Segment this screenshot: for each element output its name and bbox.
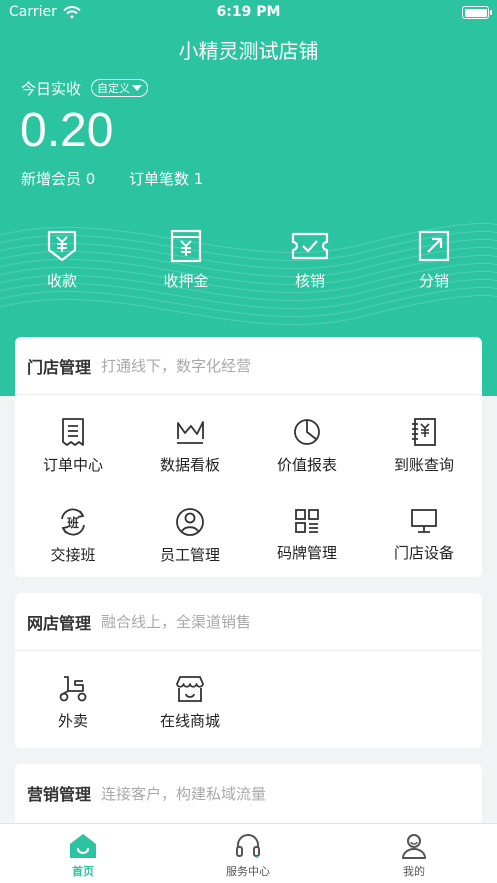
quick-action-collect[interactable]: 收款 [17, 228, 107, 291]
caret-down-icon [132, 85, 142, 91]
quick-action-label: 核销 [294, 272, 325, 290]
yuan-notebook-icon [412, 418, 436, 446]
card-header: 网店管理 融合线上，全渠道销售 [15, 593, 482, 651]
grid-item-label: 数据看板 [159, 456, 220, 474]
quick-actions: 收款 收押金 核销 分销 [0, 228, 497, 298]
new-members-stat: 新增会员 0 [21, 170, 96, 188]
battery-icon [462, 6, 492, 19]
card-header: 营销管理 连接客户，构建私域流量 [15, 764, 482, 822]
tab-label: 首页 [72, 865, 94, 878]
pie-chart-icon [294, 419, 320, 445]
storefront-icon [176, 676, 204, 702]
grid-item-label: 交接班 [50, 546, 96, 564]
custom-range-label: 自定义 [97, 82, 130, 95]
card-subtitle: 打通线下，数字化经营 [101, 357, 252, 375]
today-income-label: 今日实收 [21, 80, 82, 98]
store-name[interactable]: 小精灵测试店铺 [0, 35, 497, 64]
grid-item-store-devices[interactable]: 门店设备 [366, 507, 482, 563]
quick-action-label: 收押金 [163, 272, 209, 290]
grid-item-label: 订单中心 [42, 456, 103, 474]
grid-item-takeout[interactable]: 外卖 [15, 675, 131, 731]
deposit-icon [170, 229, 202, 263]
grid-item-label: 外卖 [57, 712, 88, 730]
tab-mine[interactable]: 我的 [364, 832, 464, 879]
profile-icon [402, 834, 426, 859]
card-title: 门店管理 [27, 357, 92, 377]
share-arrow-icon [418, 230, 450, 262]
quick-action-label: 收款 [46, 272, 77, 290]
tab-service-center[interactable]: 服务中心 [198, 832, 298, 879]
ticket-verify-icon [291, 232, 329, 260]
card-title: 营销管理 [27, 785, 92, 804]
svg-text:班: 班 [67, 515, 79, 530]
bottom-tab-bar: 首页 服务中心 我的 [0, 823, 497, 883]
quick-action-deposit[interactable]: 收押金 [141, 228, 231, 291]
card-subtitle: 融合线上，全渠道销售 [101, 613, 252, 631]
status-time: 6:19 PM [216, 4, 281, 20]
card-title: 网店管理 [27, 613, 92, 633]
grid-item-label: 在线商城 [159, 712, 220, 730]
tab-label: 我的 [403, 865, 425, 878]
monitor-icon [411, 509, 437, 533]
online-store-card: 网店管理 融合线上，全渠道销售 外卖 在线商城 [15, 593, 482, 748]
card-header: 门店管理 打通线下，数字化经营 [15, 337, 482, 395]
quick-action-label: 分销 [418, 272, 449, 290]
grid-item-label: 码牌管理 [276, 544, 337, 562]
quick-action-verify[interactable]: 核销 [265, 228, 355, 291]
home-icon [70, 834, 96, 858]
grid-item-label: 员工管理 [159, 546, 220, 564]
tab-home[interactable]: 首页 [33, 832, 133, 879]
grid-item-label: 门店设备 [393, 544, 454, 562]
grid-item-label: 到账查询 [393, 456, 454, 474]
custom-range-dropdown[interactable]: 自定义 [91, 79, 148, 97]
grid-item-staff-management[interactable]: 员工管理 [132, 507, 248, 565]
grid-item-shift-handover[interactable]: 班 交接班 [15, 507, 131, 565]
income-amount: 0.20 [20, 104, 114, 157]
payment-receipt-icon [47, 230, 77, 262]
qr-code-icon [295, 509, 319, 533]
order-count-stat: 订单笔数 1 [129, 170, 204, 188]
order-list-icon [62, 418, 84, 446]
grid-item-label: 价值报表 [276, 456, 337, 474]
grid-item-online-mall[interactable]: 在线商城 [132, 675, 248, 731]
status-bar: Carrier 6:19 PM [0, 0, 497, 26]
scooter-icon [59, 676, 87, 702]
headset-icon [236, 834, 260, 858]
shift-handover-icon: 班 [61, 508, 85, 536]
user-circle-icon [176, 508, 204, 536]
quick-action-distribute[interactable]: 分销 [389, 228, 479, 291]
card-subtitle: 连接客户，构建私域流量 [101, 784, 267, 803]
grid-item-data-dashboard[interactable]: 数据看板 [132, 417, 248, 475]
grid-item-qr-management[interactable]: 码牌管理 [249, 507, 365, 563]
line-chart-icon [177, 421, 204, 444]
store-management-card: 门店管理 打通线下，数字化经营 订单中心 数据看板 价值报表 到账查询 班 交接… [15, 337, 482, 577]
grid-item-order-center[interactable]: 订单中心 [15, 417, 131, 475]
tab-label: 服务中心 [226, 865, 270, 878]
grid-item-value-report[interactable]: 价值报表 [249, 417, 365, 475]
grid-item-payment-query[interactable]: 到账查询 [366, 417, 482, 475]
